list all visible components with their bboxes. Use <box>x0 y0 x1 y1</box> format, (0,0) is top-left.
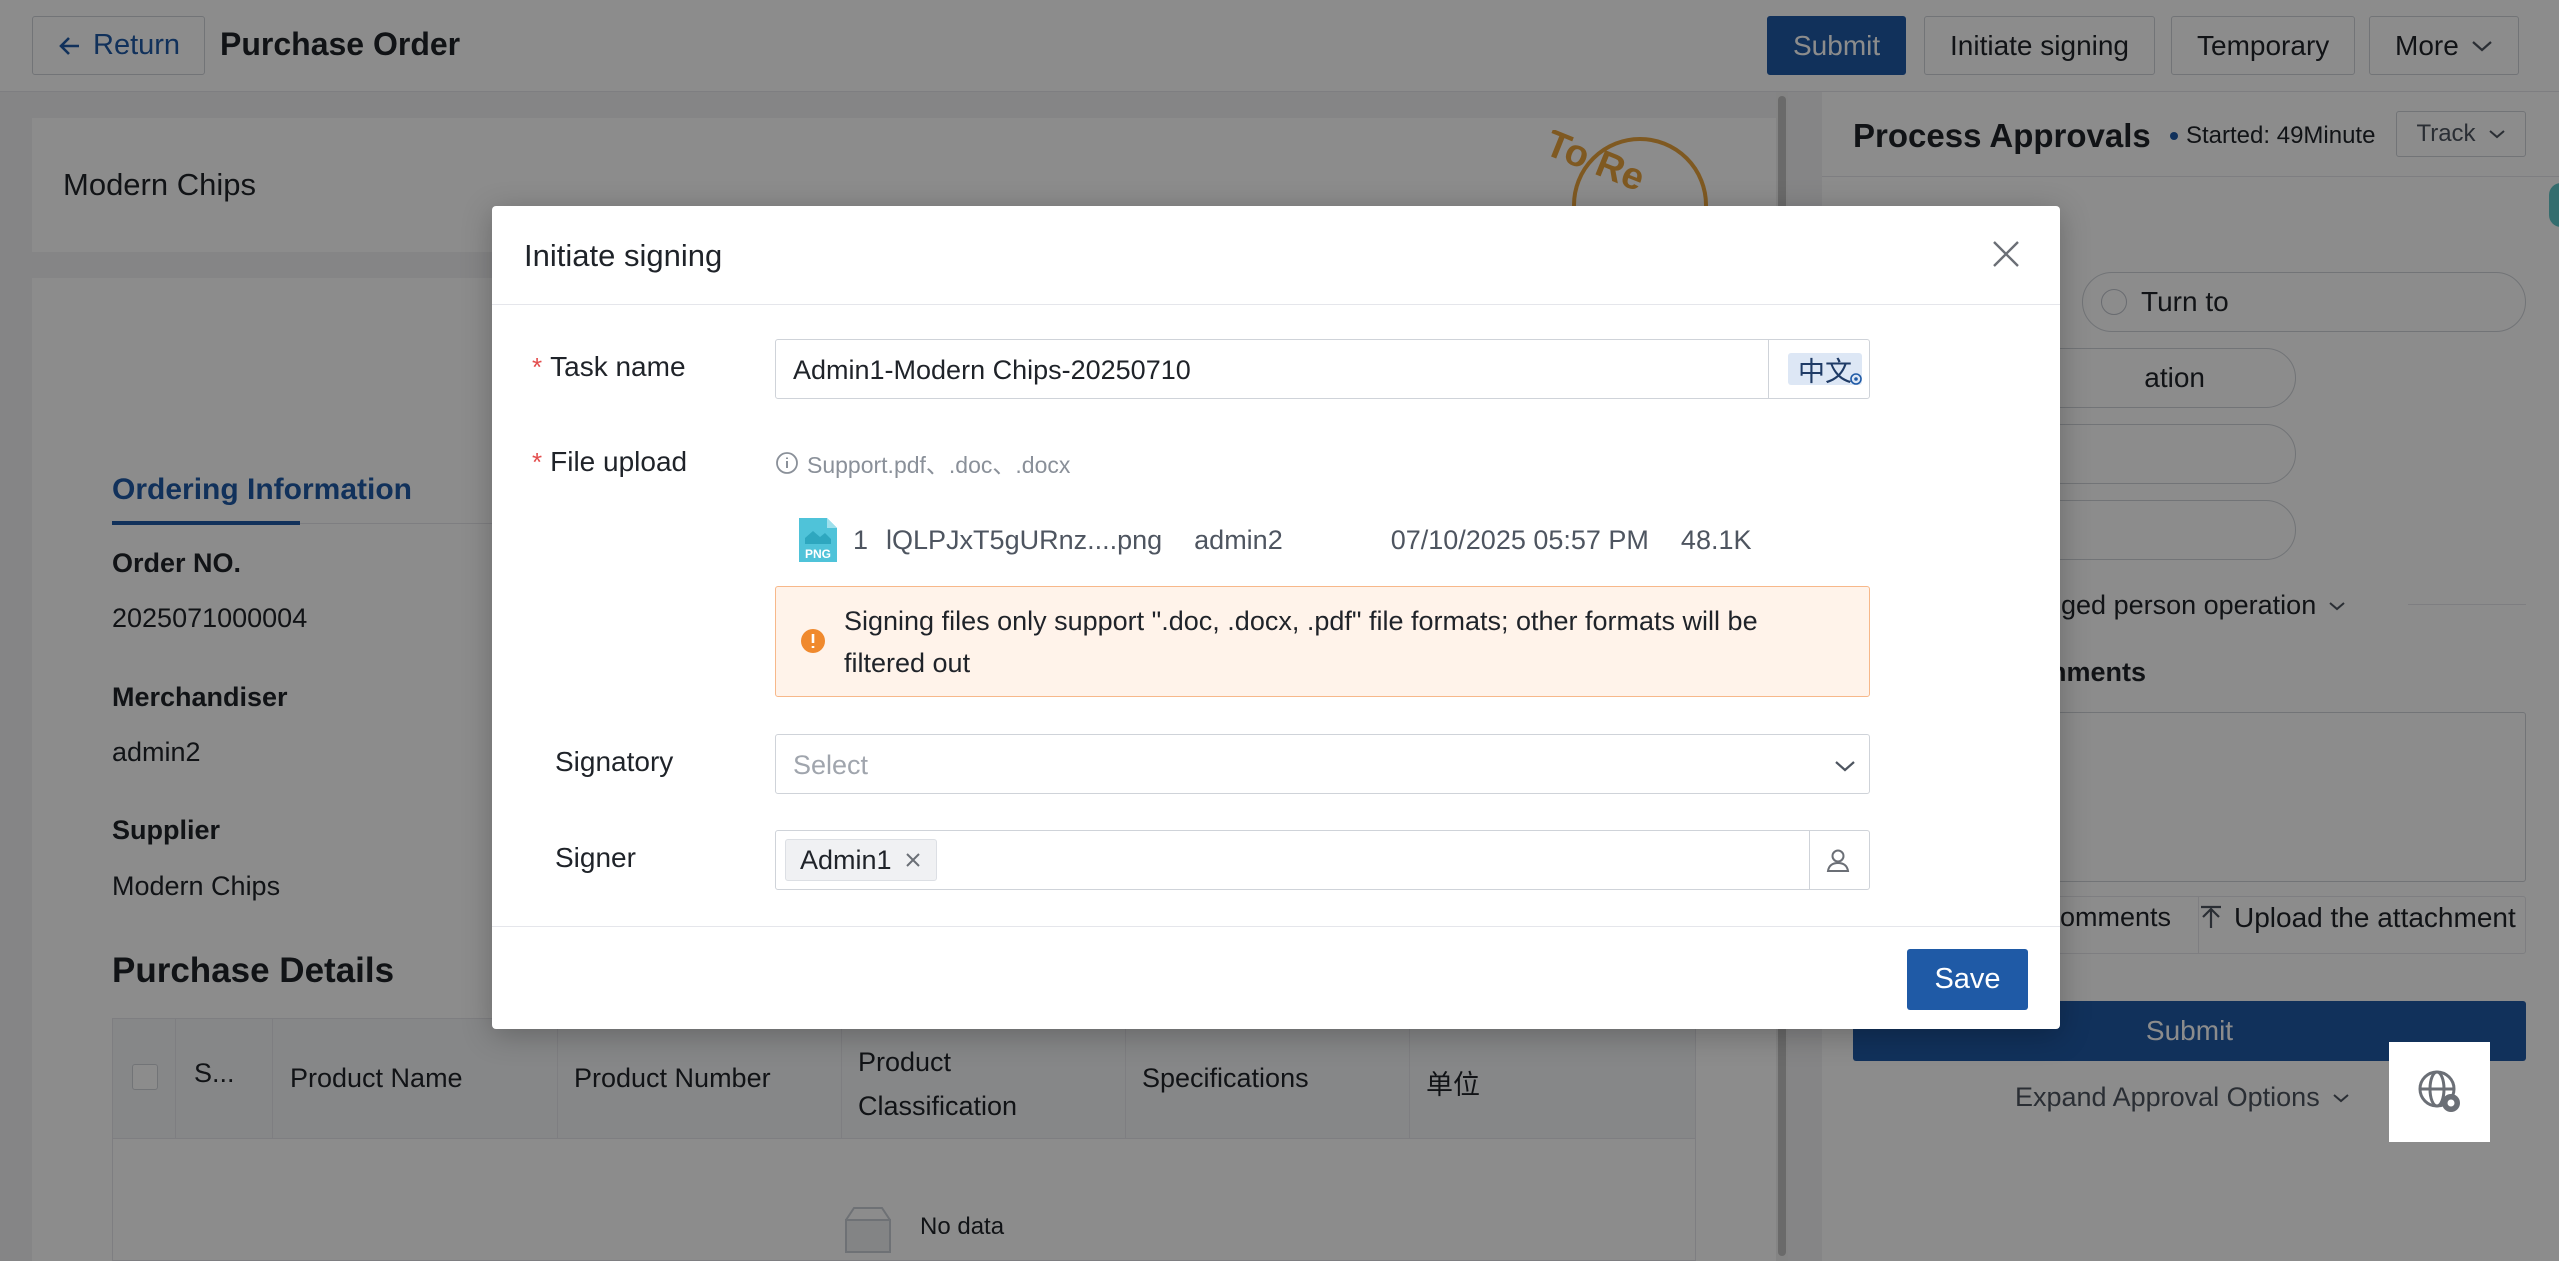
warning-icon <box>801 629 825 653</box>
signer-label: Signer <box>555 842 636 873</box>
file-datetime: 07/10/2025 05:57 PM <box>1390 524 1649 555</box>
format-warning-alert: Signing files only support ".doc, .docx,… <box>775 586 1870 697</box>
png-file-icon: PNG <box>799 518 837 562</box>
format-warning-text: Signing files only support ".doc, .docx,… <box>844 606 1758 678</box>
file-format-hint: Support.pdf、.doc、.docx <box>775 446 1070 480</box>
file-type-label: PNG <box>805 547 831 561</box>
info-icon <box>776 452 798 474</box>
chevron-down-icon <box>1835 761 1855 772</box>
input-divider <box>1768 340 1769 398</box>
file-format-hint-text: Support.pdf、.doc、.docx <box>807 452 1071 478</box>
signer-tag-label: Admin1 <box>800 844 892 875</box>
file-size: 48.1K <box>1680 524 1752 555</box>
file-index: 1 <box>853 524 869 555</box>
file-upload-label-text: File upload <box>550 446 688 477</box>
settings-icon <box>1850 373 1862 385</box>
task-name-label-text: Task name <box>550 351 686 382</box>
file-uploader: admin2 <box>1194 524 1283 555</box>
signer-input[interactable]: Admin1 <box>775 830 1870 890</box>
dialog-footer-divider <box>492 926 2060 927</box>
globe-settings-icon <box>2418 1070 2460 1112</box>
signatory-select[interactable]: Select <box>775 734 1870 794</box>
input-divider <box>1809 831 1810 889</box>
signatory-placeholder: Select <box>793 750 869 780</box>
file-upload-label: * File upload <box>532 446 687 478</box>
initiate-signing-dialog: Initiate signing * Task name Admin1-Moder… <box>492 206 2060 1029</box>
user-picker-icon[interactable] <box>1825 847 1851 873</box>
signatory-label: Signatory <box>555 746 674 777</box>
dialog-title: Initiate signing <box>524 238 723 273</box>
remove-tag-icon[interactable] <box>904 851 922 869</box>
task-name-input[interactable]: Admin1-Modern Chips-20250710 中文 <box>775 339 1870 399</box>
required-mark: * <box>532 447 543 477</box>
close-icon[interactable] <box>1988 236 2024 272</box>
file-name[interactable]: lQLPJxT5gURnz....png <box>886 525 1162 556</box>
language-label: 中文 <box>1798 356 1852 387</box>
task-name-label: * Task name <box>532 351 686 383</box>
uploaded-file-row[interactable]: PNG 1 lQLPJxT5gURnz....png admin2 07/10/… <box>797 516 1751 564</box>
dialog-header <box>492 206 2060 305</box>
required-mark: * <box>532 352 543 382</box>
save-button[interactable]: Save <box>1907 949 2028 1010</box>
translate-widget[interactable] <box>2389 1042 2490 1142</box>
task-name-value: Admin1-Modern Chips-20250710 <box>793 355 1191 385</box>
signer-tag: Admin1 <box>785 839 937 881</box>
